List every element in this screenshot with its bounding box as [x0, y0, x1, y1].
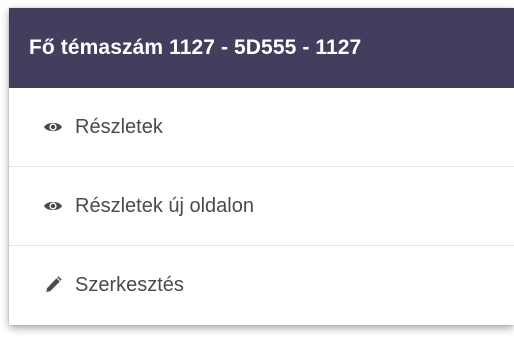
- menu-item-details[interactable]: Részletek: [9, 88, 514, 167]
- menu-item-label: Részletek: [75, 115, 163, 138]
- eye-icon: [43, 196, 63, 216]
- menu-item-label: Részletek új oldalon: [75, 194, 254, 217]
- menu-item-label: Szerkesztés: [75, 273, 184, 296]
- menu-item-edit[interactable]: Szerkesztés: [9, 246, 514, 324]
- eye-icon: [43, 117, 63, 137]
- context-menu: Fő témaszám 1127 - 5D555 - 1127 Részlete…: [9, 8, 514, 325]
- menu-title: Fő témaszám 1127 - 5D555 - 1127: [9, 8, 514, 88]
- pencil-icon: [43, 275, 63, 295]
- menu-item-details-new-page[interactable]: Részletek új oldalon: [9, 167, 514, 246]
